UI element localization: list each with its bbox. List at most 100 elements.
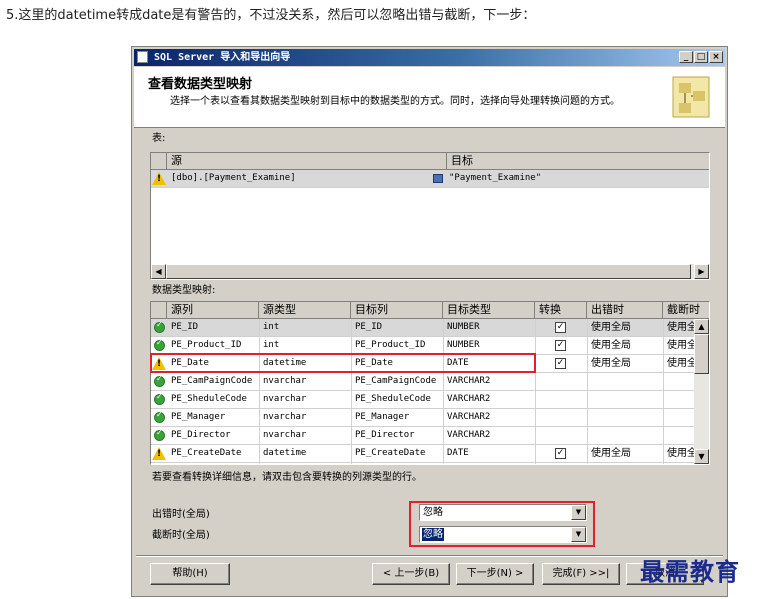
warning-icon	[152, 447, 166, 460]
on-truncation-cell: 使用全	[667, 448, 695, 459]
target-column-cell: PE_CreateDate	[355, 448, 426, 458]
mapping-header-convert: 转换	[535, 302, 587, 319]
mapping-header-on-error: 出错时	[587, 302, 663, 319]
mapping-header-corner	[151, 302, 167, 319]
column-divider	[351, 319, 352, 464]
target-column-cell: PE_CamPaignCode	[355, 376, 437, 386]
on-truncation-cell: 使用全	[667, 358, 695, 369]
column-divider	[663, 319, 664, 464]
on-truncation-cell: 使用全	[667, 322, 695, 333]
mapping-header-target-column: 目标列	[351, 302, 443, 319]
back-button[interactable]: < 上一步(B)	[372, 563, 450, 585]
target-type-cell: VARCHAR2	[447, 394, 491, 404]
error-global-label: 出错时(全局)	[152, 509, 210, 520]
tables-header-target: 目标	[447, 153, 709, 170]
next-button[interactable]: 下一步(N) >	[456, 563, 534, 585]
target-column-cell: PE_Product_ID	[355, 340, 426, 350]
source-type-cell: datetime	[263, 448, 307, 458]
convert-checkbox[interactable]: ✓	[555, 340, 566, 351]
scroll-left-icon[interactable]: ◀	[151, 264, 166, 279]
hint-text: 若要查看转换详细信息，请双击包含要转换的列源类型的行。	[152, 472, 422, 483]
mapping-row[interactable]: PE_CamPaignCode nvarchar PE_CamPaignCode VA…	[151, 373, 709, 391]
bottom-separator	[136, 555, 723, 557]
mapping-header-on-truncation: 截断时	[663, 302, 709, 319]
trunc-global-label: 截断时(全局)	[152, 530, 210, 541]
tables-label: 表:	[152, 133, 166, 144]
tables-row[interactable]: [dbo].[Payment_Examine] "Payment_Examine…	[151, 170, 709, 188]
source-column-cell: PE_SheduleCode	[171, 394, 247, 404]
source-type-cell: nvarchar	[263, 376, 307, 386]
page-description: 选择一个表以查看其数据类型映射到目标中的数据类型的方式。同时，选择向导处理转换问…	[170, 96, 620, 107]
ok-status-icon	[154, 392, 165, 405]
source-type-cell: int	[263, 322, 280, 332]
mapping-grid: 源列 源类型 目标列 目标类型 转换 出错时 截断时 PE_IDintPE_ID…	[150, 301, 710, 465]
scroll-up-icon[interactable]: ▲	[694, 319, 709, 334]
tables-source-cell: [dbo].[Payment_Examine]	[171, 173, 296, 183]
ok-status-icon	[154, 320, 165, 333]
column-divider	[535, 319, 536, 464]
title-bar: SQL Server 导入和导出向导 _ □ ×	[134, 49, 725, 66]
mapping-row[interactable]: PE_Manager nvarchar PE_Manager VARCHAR2	[151, 409, 709, 427]
wizard-window: SQL Server 导入和导出向导 _ □ × 查看数据类型映射 选择一个表以…	[131, 46, 728, 597]
source-column-cell: PE_Director	[171, 430, 231, 440]
column-divider	[259, 319, 260, 464]
tables-target-cell: "Payment_Examine"	[449, 173, 542, 183]
on-error-cell: 使用全局	[591, 448, 631, 459]
source-type-cell: nvarchar	[263, 412, 307, 422]
target-type-cell: VARCHAR2	[447, 412, 491, 422]
target-column-cell: PE_SheduleCode	[355, 394, 431, 404]
warning-icon	[152, 172, 166, 185]
page-title: 查看数据类型映射	[148, 77, 253, 92]
scroll-thumb[interactable]	[166, 264, 691, 279]
mapping-row[interactable]: PE_CreateDate datetime PE_CreateDate DATE 使用…	[151, 445, 709, 463]
source-type-cell: int	[263, 340, 280, 350]
target-type-cell: NUMBER	[447, 322, 480, 332]
highlight-global-settings	[409, 501, 595, 547]
convert-checkbox[interactable]: ✓	[555, 322, 566, 333]
tables-grid: 源 目标 [dbo].[Payment_Examine] "Payment_Ex…	[150, 152, 710, 280]
mapping-row[interactable]: PE_ID int PE_ID NUMBER 使用全局 使用全 ✓	[151, 319, 709, 337]
finish-button[interactable]: 完成(F) >>|	[542, 563, 620, 585]
mapping-header-source-column: 源列	[167, 302, 259, 319]
on-truncation-cell: 使用全	[667, 340, 695, 351]
mapping-header-source-type: 源类型	[259, 302, 351, 319]
source-type-cell: nvarchar	[263, 430, 307, 440]
on-error-cell: 使用全局	[591, 340, 631, 351]
watermark-text: 最需教育	[640, 557, 740, 586]
target-type-cell: NUMBER	[447, 340, 480, 350]
window-title: SQL Server 导入和导出向导	[154, 52, 291, 63]
minimize-button[interactable]: _	[679, 51, 693, 63]
ok-status-icon	[154, 374, 165, 387]
target-type-cell: VARCHAR2	[447, 376, 491, 386]
highlight-date-row	[150, 353, 536, 373]
mapping-header-target-type: 目标类型	[443, 302, 535, 319]
maximize-button[interactable]: □	[694, 51, 708, 63]
convert-checkbox[interactable]: ✓	[555, 448, 566, 459]
source-column-cell: PE_CamPaignCode	[171, 376, 253, 386]
convert-checkbox[interactable]: ✓	[555, 358, 566, 369]
target-column-cell: PE_Director	[355, 430, 415, 440]
ok-status-icon	[154, 410, 165, 423]
app-icon	[137, 51, 148, 63]
scroll-right-icon[interactable]: ▶	[694, 264, 709, 279]
scroll-down-icon[interactable]: ▼	[694, 449, 709, 464]
mapping-row[interactable]: PE_SheduleCode nvarchar PE_SheduleCode VARC…	[151, 391, 709, 409]
source-column-cell: PE_CreateDate	[171, 448, 242, 458]
mapping-row[interactable]: PE_Director nvarchar PE_Director VARCHAR2	[151, 427, 709, 445]
on-error-cell: 使用全局	[591, 358, 631, 369]
table-icon	[433, 174, 443, 183]
ok-status-icon	[154, 428, 165, 441]
wizard-header: 查看数据类型映射 选择一个表以查看其数据类型映射到目标中的数据类型的方式。同时，…	[134, 67, 725, 128]
mapping-vscrollbar[interactable]: ▲ ▼	[694, 319, 709, 464]
on-error-cell: 使用全局	[591, 322, 631, 333]
tables-header-source: 源	[167, 153, 447, 170]
caption-text: 5.这里的datetime转成date是有警告的，不过没关系，然后可以忽略出错与…	[6, 8, 536, 23]
help-button[interactable]: 帮助(H)	[150, 563, 230, 585]
scroll-thumb[interactable]	[694, 334, 709, 374]
close-button[interactable]: ×	[709, 51, 723, 63]
target-column-cell: PE_Manager	[355, 412, 410, 422]
target-type-cell: DATE	[447, 448, 469, 458]
source-column-cell: PE_ID	[171, 322, 199, 332]
column-divider	[587, 319, 588, 464]
tables-hscrollbar[interactable]: ◀ ▶	[151, 264, 709, 279]
